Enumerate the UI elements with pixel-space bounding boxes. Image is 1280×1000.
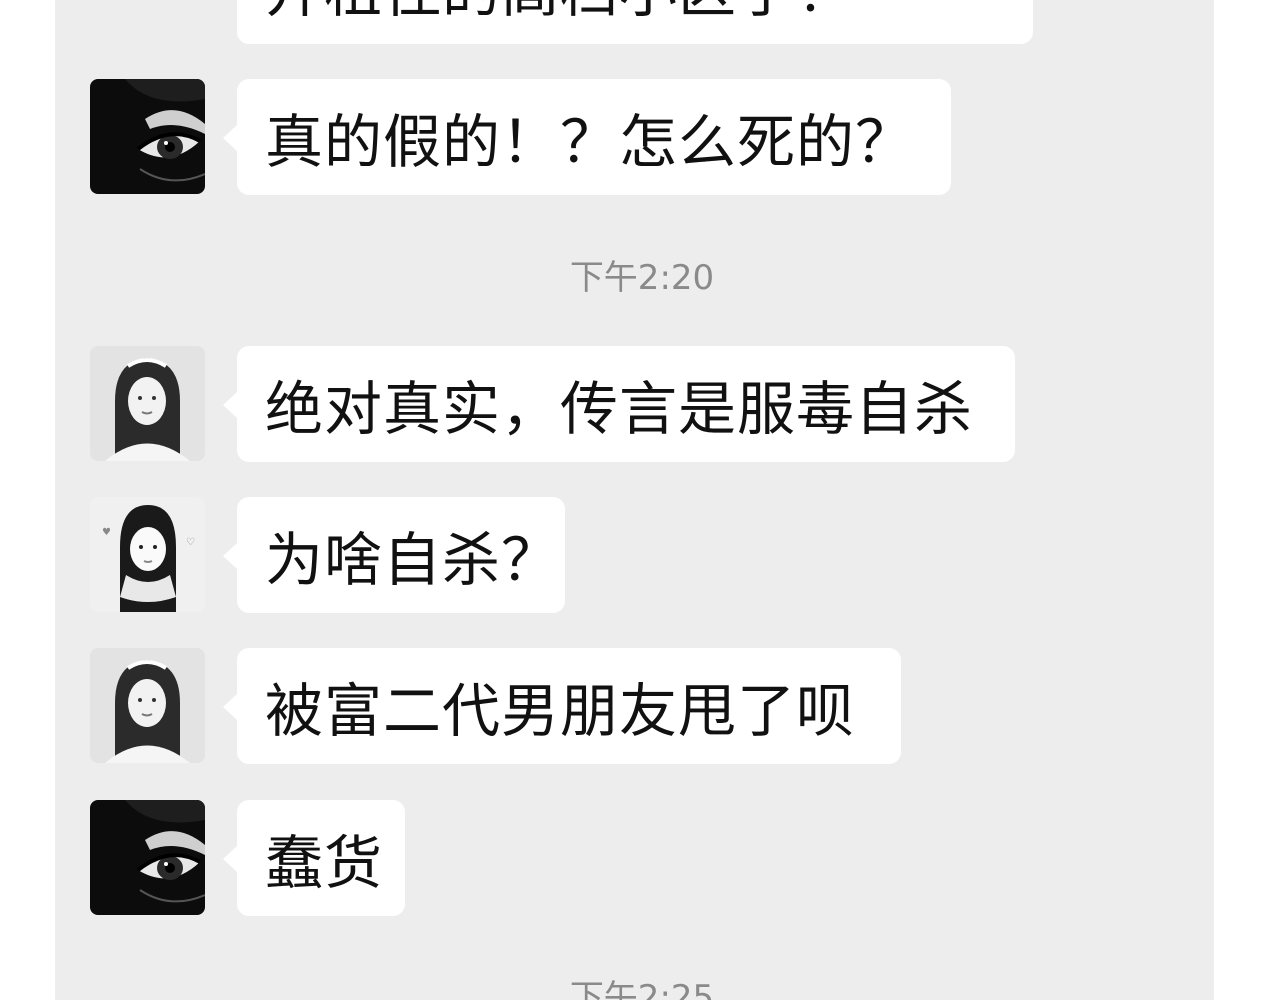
message-bubble[interactable]: 蠢货	[223, 800, 405, 916]
message-bubble[interactable]: 开租住的高档小区了！	[237, 0, 1033, 44]
eye-avatar-icon	[90, 79, 205, 194]
girl-pose-avatar-icon: ♥ ♡	[90, 497, 205, 612]
message-timestamp: 下午2:20	[569, 258, 715, 298]
message-text: 为啥自杀？	[265, 526, 561, 594]
message-text: 被富二代男朋友甩了呗	[265, 677, 856, 745]
message-bubble[interactable]: 被富二代男朋友甩了呗	[223, 648, 901, 764]
svg-text:♡: ♡	[186, 537, 195, 548]
chat-screen: 开租住的高档小区了！ 真的假的！？怎么死的？ 下午2:20	[0, 0, 1280, 1000]
contact-avatar-girl-tiara[interactable]	[90, 648, 205, 763]
contact-avatar-girl-pose[interactable]: ♥ ♡	[90, 497, 205, 612]
svg-text:♥: ♥	[102, 527, 111, 538]
message-bubble[interactable]: 真的假的！？怎么死的？	[223, 79, 951, 195]
message-bubble[interactable]: 绝对真实，传言是服毒自杀	[223, 346, 1015, 462]
chat-message-list[interactable]: 开租住的高档小区了！ 真的假的！？怎么死的？ 下午2:20	[55, 0, 1214, 1000]
girl-tiara-avatar-icon	[90, 346, 205, 461]
girl-tiara-avatar-icon	[90, 648, 205, 763]
contact-avatar-eye[interactable]	[90, 79, 205, 194]
message-bubble[interactable]: 为啥自杀？	[223, 497, 565, 613]
message-text: 绝对真实，传言是服毒自杀	[265, 375, 974, 443]
message-text: 蠢货	[265, 829, 384, 897]
message-timestamp: 下午2:25	[569, 978, 715, 1000]
message-text: 真的假的！？怎么死的？	[265, 108, 915, 176]
message-text: 开租住的高档小区了！	[265, 0, 855, 28]
contact-avatar-girl-tiara[interactable]	[90, 346, 205, 461]
contact-avatar-eye[interactable]	[90, 800, 205, 915]
eye-avatar-icon	[90, 800, 205, 915]
